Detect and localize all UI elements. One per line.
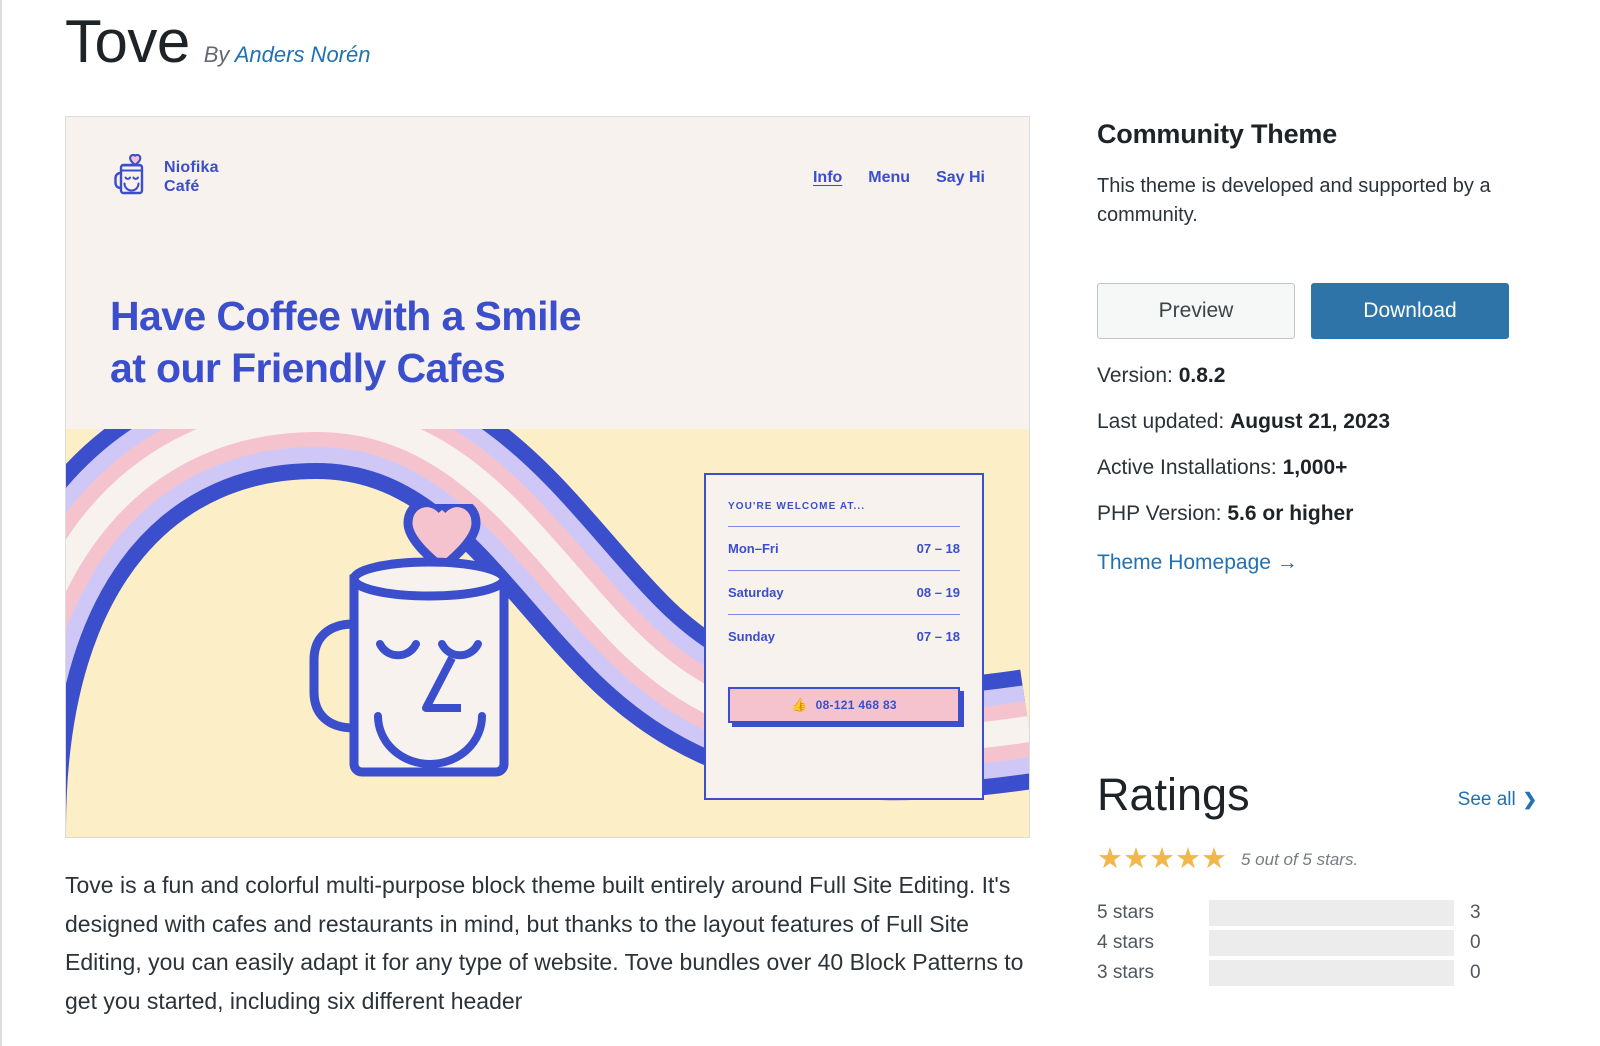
site-nav-item-menu[interactable]: Menu xyxy=(868,169,910,187)
theme-header: Tove By Anders Norén xyxy=(65,10,370,73)
hours-time: 07 – 18 xyxy=(916,629,960,644)
hours-row: Sunday 07 – 18 xyxy=(728,614,960,658)
see-all-ratings-link[interactable]: See all ❯ xyxy=(1458,789,1537,817)
opening-hours-card: YOU'RE WELCOME AT... Mon–Fri 07 – 18 Sat… xyxy=(704,473,984,800)
rating-bar-row-4[interactable]: 4 stars 0 xyxy=(1097,928,1537,958)
community-theme-description: This theme is developed and supported by… xyxy=(1097,175,1491,226)
thumbs-up-icon: 👍 xyxy=(791,697,808,712)
screenshot-site-header: Niofika Café Info Menu Say Hi Have Coffe… xyxy=(66,117,1029,429)
site-nav-links: Info Menu Say Hi xyxy=(813,169,985,187)
average-rating-row: ★★★★★ 5 out of 5 stars. xyxy=(1097,845,1537,874)
rating-bar-label-4: 4 stars xyxy=(1097,932,1155,953)
hours-time: 08 – 19 xyxy=(916,585,960,600)
site-nav-item-info[interactable]: Info xyxy=(813,169,842,187)
star-rating-icon: ★★★★★ xyxy=(1097,843,1227,875)
site-brand-name: Niofika Café xyxy=(164,159,219,195)
ratings-title: Ratings xyxy=(1097,769,1250,820)
preview-button[interactable]: Preview xyxy=(1097,283,1295,339)
hours-time: 07 – 18 xyxy=(916,541,960,556)
page-title: Tove xyxy=(65,8,190,75)
theme-description: Tove is a fun and colorful multi-purpose… xyxy=(65,872,1024,1014)
smiling-mug-illustration xyxy=(292,498,592,799)
hours-row: Saturday 08 – 19 xyxy=(728,570,960,614)
theme-screenshot[interactable]: Niofika Café Info Menu Say Hi Have Coffe… xyxy=(65,116,1030,838)
hours-day: Saturday xyxy=(728,585,784,600)
rating-bar-count-5: 3 xyxy=(1470,902,1481,923)
site-nav-item-say-hi[interactable]: Say Hi xyxy=(936,169,985,187)
ratings-section: Ratings See all ❯ ★★★★★ 5 out of 5 stars… xyxy=(1097,772,1537,988)
meta-active-installations-value: 1,000+ xyxy=(1282,456,1348,479)
rating-bar-count-3: 0 xyxy=(1470,962,1481,983)
meta-active-installations-label: Active Installations: xyxy=(1097,456,1277,479)
rating-bar-row-5[interactable]: 5 stars 3 xyxy=(1097,898,1537,928)
theme-author-link[interactable]: Anders Norén xyxy=(235,42,371,67)
download-button[interactable]: Download xyxy=(1311,283,1509,339)
see-all-label: See all xyxy=(1457,789,1516,810)
phone-button-wrapper: 👍 08-121 468 83 xyxy=(728,687,964,727)
rating-bar-row-3[interactable]: 3 stars 0 xyxy=(1097,958,1537,988)
meta-last-updated: Last updated: August 21, 2023 xyxy=(1097,411,1537,432)
theme-homepage-link[interactable]: Theme Homepage → xyxy=(1097,551,1298,575)
meta-last-updated-value: August 21, 2023 xyxy=(1230,410,1391,433)
hours-day: Mon–Fri xyxy=(728,541,779,556)
meta-last-updated-label: Last updated: xyxy=(1097,410,1225,433)
site-brand[interactable]: Niofika Café xyxy=(110,151,219,204)
hero-headline: Have Coffee with a Smile at our Friendly… xyxy=(110,293,582,392)
coffee-mug-logo-icon xyxy=(110,151,152,204)
screenshot-hero-illustration: YOU'RE WELCOME AT... Mon–Fri 07 – 18 Sat… xyxy=(66,429,1029,837)
meta-version-label: Version: xyxy=(1097,364,1173,387)
ratings-header: Ratings See all ❯ xyxy=(1097,772,1537,817)
phone-button[interactable]: 👍 08-121 468 83 xyxy=(728,687,960,723)
hours-card-eyebrow: YOU'RE WELCOME AT... xyxy=(728,501,866,512)
rating-bar-track-5 xyxy=(1209,900,1454,926)
theme-byline: By Anders Norén xyxy=(204,42,371,68)
meta-active-installations: Active Installations: 1,000+ xyxy=(1097,457,1537,478)
chevron-right-icon: ❯ xyxy=(1522,790,1537,809)
theme-meta-list: Version: 0.8.2 Last updated: August 21, … xyxy=(1097,365,1537,575)
community-theme-heading: Community Theme xyxy=(1097,119,1338,149)
phone-number: 08-121 468 83 xyxy=(815,698,897,712)
theme-action-buttons: Preview Download xyxy=(1097,283,1537,339)
rating-bar-count-4: 0 xyxy=(1470,932,1481,953)
meta-php-version: PHP Version: 5.6 or higher xyxy=(1097,503,1537,524)
theme-detail-page: Tove By Anders Norén Niofika Café Info M… xyxy=(2,0,1600,1046)
theme-sidebar: Community Theme This theme is developed … xyxy=(1097,119,1537,575)
rating-bar-track-3 xyxy=(1209,960,1454,986)
rating-breakdown-bars: 5 stars 3 4 stars 0 3 stars 0 xyxy=(1097,898,1537,988)
meta-version: Version: 0.8.2 xyxy=(1097,365,1537,386)
meta-version-value: 0.8.2 xyxy=(1178,364,1226,387)
meta-php-version-label: PHP Version: xyxy=(1097,502,1222,525)
rating-bar-label-3: 3 stars xyxy=(1097,962,1155,983)
hours-row: Mon–Fri 07 – 18 xyxy=(728,526,960,570)
rating-bar-label-5: 5 stars xyxy=(1097,902,1155,923)
meta-php-version-value: 5.6 or higher xyxy=(1227,502,1354,525)
site-navbar: Niofika Café Info Menu Say Hi xyxy=(110,151,985,204)
rating-summary-text: 5 out of 5 stars. xyxy=(1241,849,1359,869)
hours-day: Sunday xyxy=(728,629,775,644)
rating-bar-track-4 xyxy=(1209,930,1454,956)
by-label: By xyxy=(203,42,230,67)
